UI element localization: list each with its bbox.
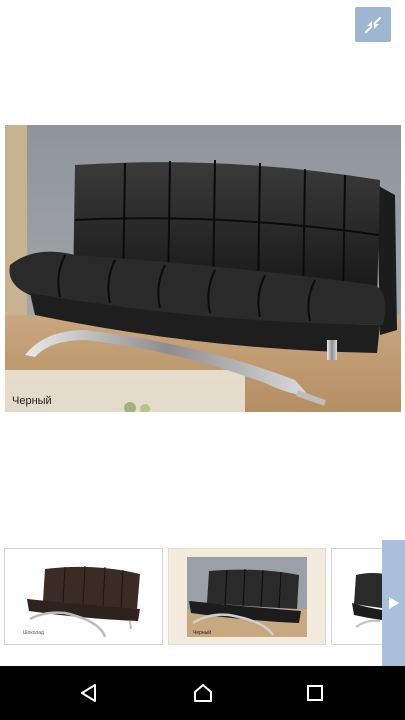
home-circle-icon [194, 684, 212, 702]
main-product-image[interactable]: Черный [5, 125, 401, 412]
collapse-arrows-icon [365, 16, 381, 33]
back-triangle-icon [81, 684, 96, 702]
collapse-button[interactable] [355, 7, 391, 42]
thumbnail-caption: Черный [193, 630, 212, 636]
thumbnail-caption: Шоколад [23, 630, 44, 636]
carousel-next-button[interactable] [382, 540, 405, 666]
back-button[interactable] [59, 666, 119, 720]
thumbnail-chocolate[interactable]: Шоколад [4, 548, 163, 645]
chevron-right-icon [388, 597, 399, 609]
thumbnail-black[interactable]: Черный [168, 548, 326, 645]
system-navigation-bar [0, 666, 405, 720]
recents-button[interactable] [285, 666, 345, 720]
thumbnail-strip[interactable]: Шоколад Черный [0, 540, 405, 666]
color-caption: Черный [12, 395, 52, 407]
black-sofa-photo [5, 125, 401, 412]
recents-square-icon [307, 685, 323, 701]
home-button[interactable] [173, 666, 233, 720]
